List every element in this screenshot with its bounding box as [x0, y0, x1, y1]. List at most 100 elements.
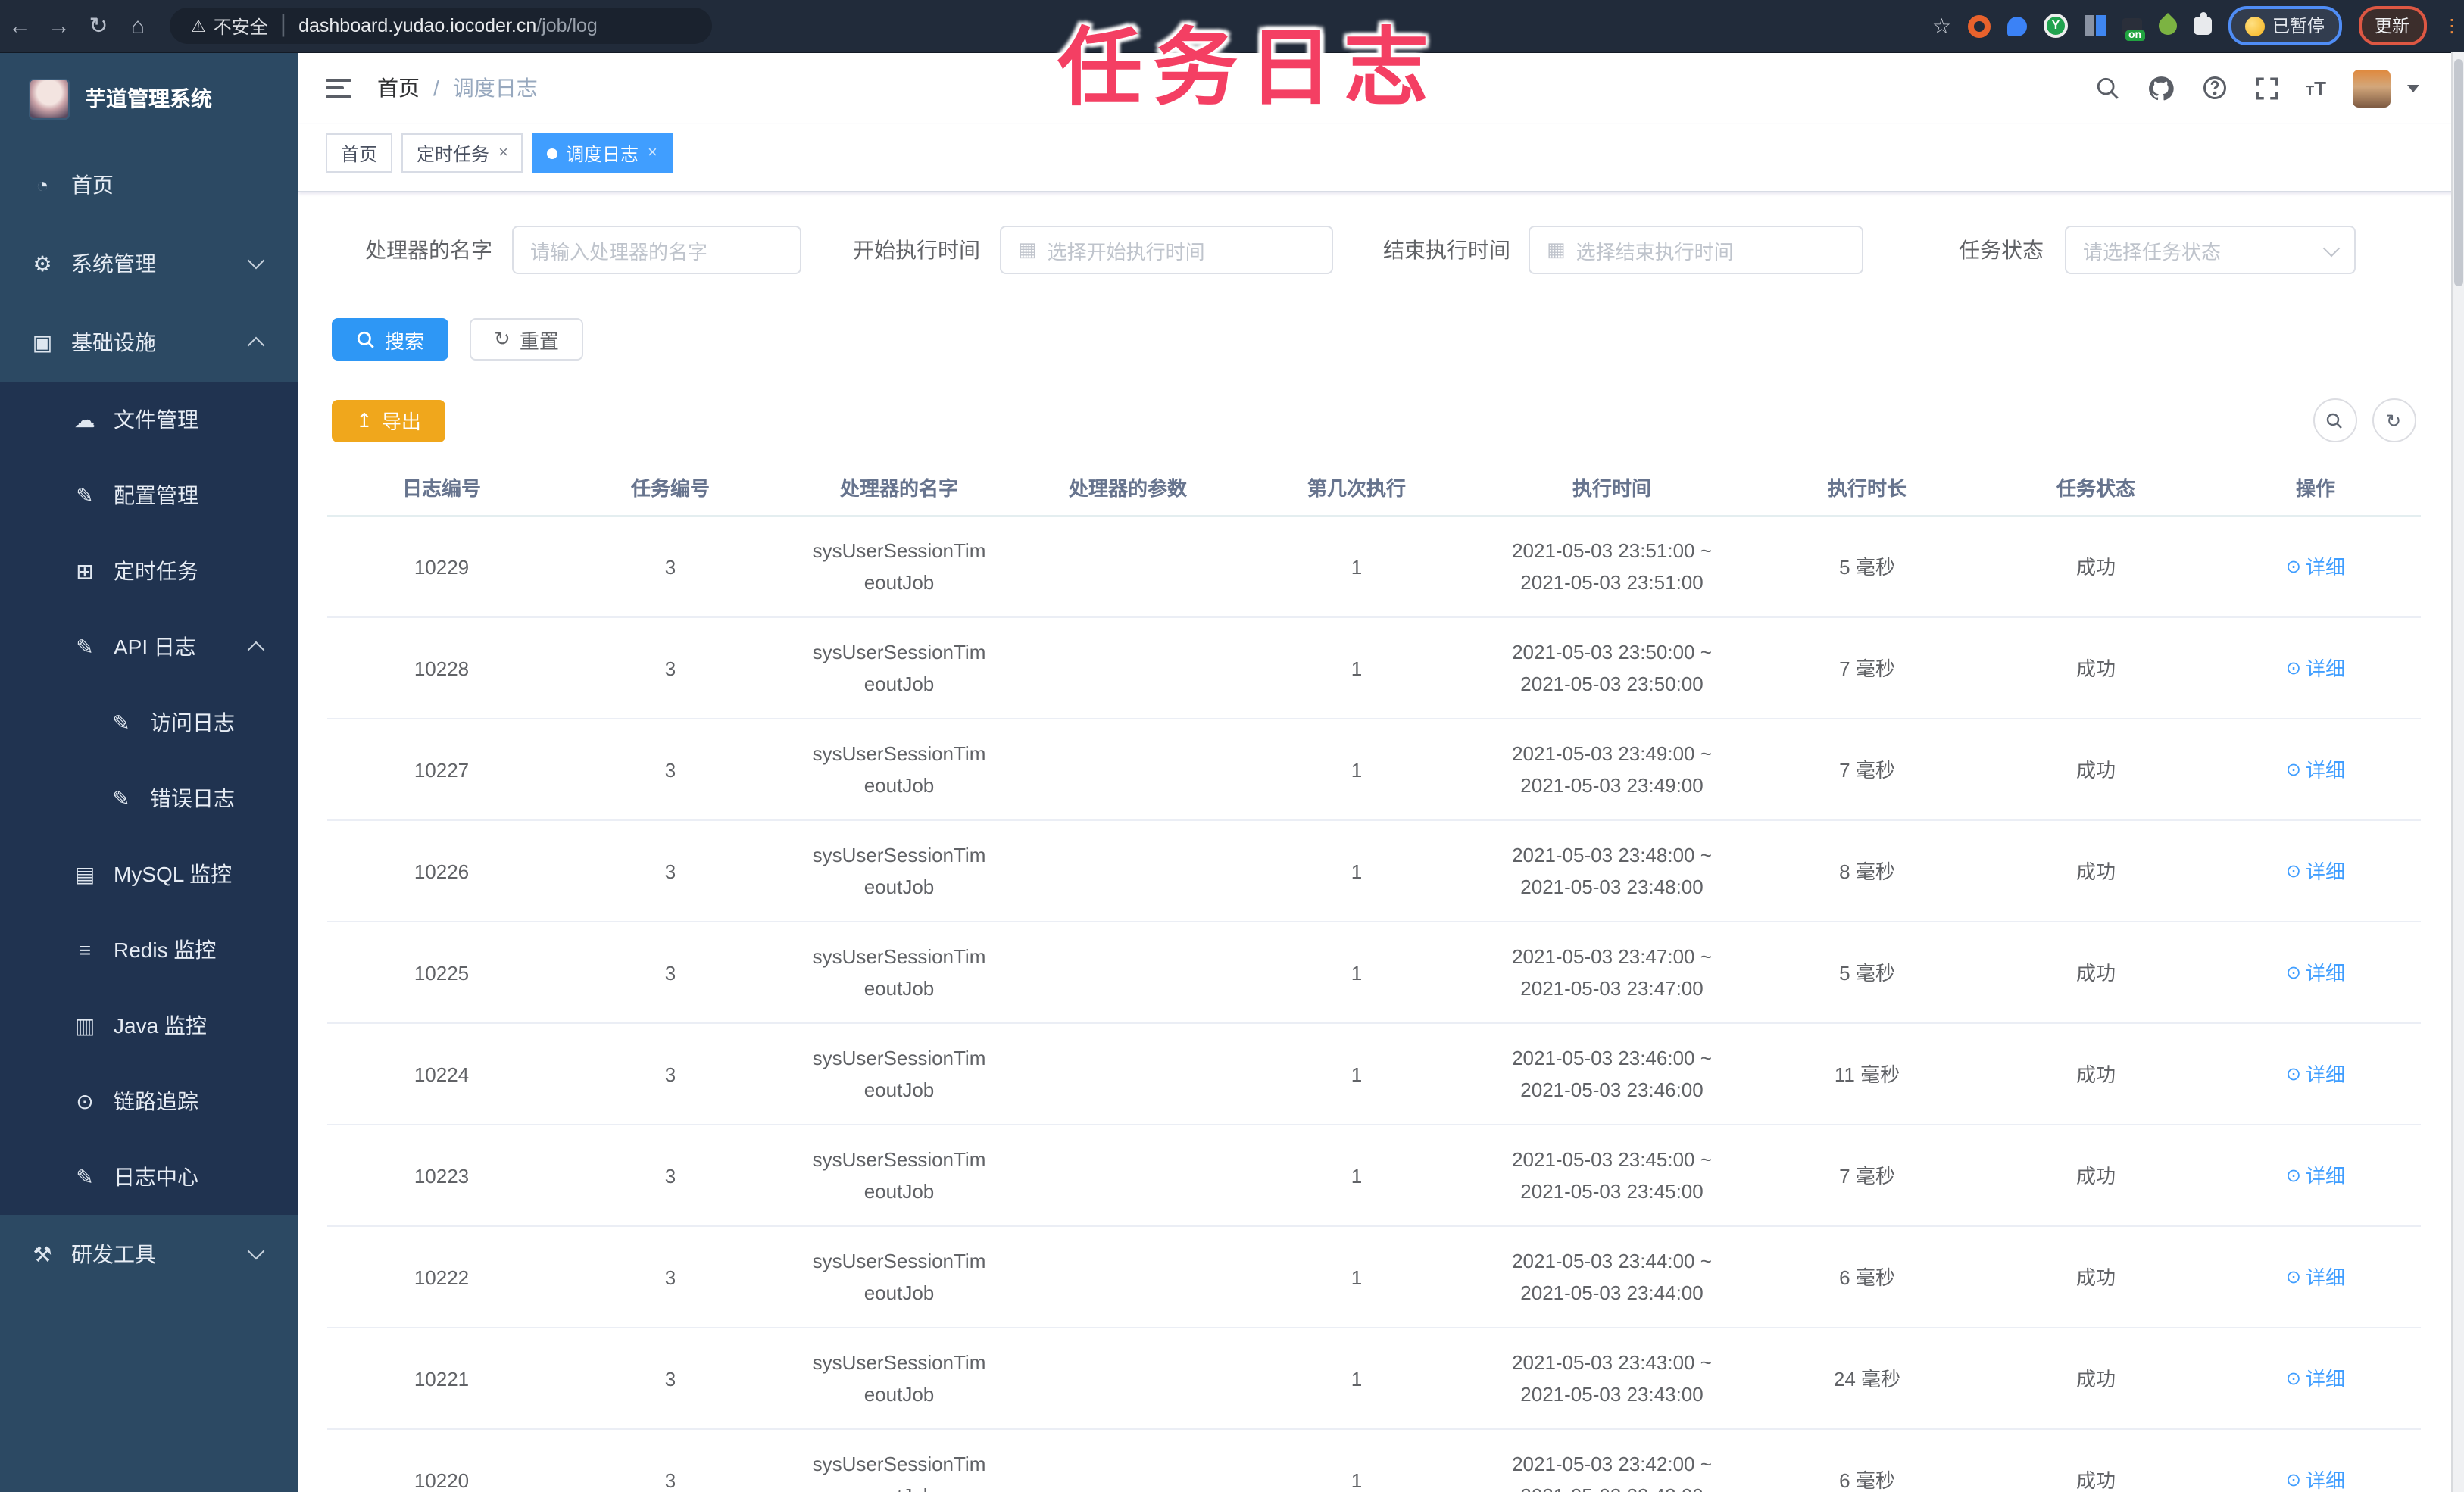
app-logo-avatar — [29, 78, 70, 119]
sidebar-item-6[interactable]: ✎ API 日志 — [0, 609, 298, 685]
address-bar[interactable]: ⚠ 不安全 | dashboard.yudao.iocoder.cn/job/l… — [170, 8, 712, 44]
table-cell: sysUserSessionTimeoutJob — [785, 1429, 1013, 1492]
end-time-input[interactable]: ▦ 选择结束执行时间 — [1529, 226, 1863, 274]
detail-link[interactable]: ⊙ 详细 — [2286, 653, 2345, 685]
detail-label: 详细 — [2306, 1266, 2346, 1289]
detail-link[interactable]: ⊙ 详细 — [2286, 1262, 2345, 1294]
tab-label: 调度日志 — [565, 143, 639, 164]
github-icon[interactable] — [2147, 73, 2175, 102]
table-cell: 24 毫秒 — [1753, 1328, 1982, 1430]
security-label[interactable]: 不安全 — [214, 13, 268, 39]
table-cell: sysUserSessionTimeoutJob — [785, 1125, 1013, 1227]
table-cell: 7 毫秒 — [1753, 719, 1982, 821]
sidebar-item-7[interactable]: ✎ 访问日志 — [0, 685, 298, 760]
breadcrumb-home[interactable]: 首页 — [377, 73, 420, 103]
bookmark-star-icon[interactable]: ☆ — [1932, 13, 1951, 39]
sidebar-item-0[interactable]: ◔ 首页 — [0, 145, 298, 224]
detail-link[interactable]: ⊙ 详细 — [2286, 856, 2345, 888]
detail-link[interactable]: ⊙ 详细 — [2286, 1465, 2345, 1492]
start-time-input[interactable]: ▦ 选择开始执行时间 — [1000, 226, 1333, 274]
tab-2[interactable]: 调度日志 × — [532, 133, 673, 173]
detail-link[interactable]: ⊙ 详细 — [2286, 754, 2345, 786]
extension-switch-icon[interactable]: on — [2122, 17, 2145, 40]
back-icon[interactable]: ← — [0, 13, 39, 39]
close-icon[interactable]: × — [498, 144, 508, 162]
table-cell: 10221 — [327, 1328, 556, 1430]
toggle-search-button[interactable] — [2313, 398, 2356, 442]
reset-button[interactable]: ↻ 重置 — [470, 318, 583, 361]
table-row: 10227 3 sysUserSessionTim eoutJob 1 2021-05-0… — [327, 719, 2421, 821]
sidebar-item-14[interactable]: ⚒ 研发工具 — [0, 1215, 298, 1294]
sidebar-item-8[interactable]: ✎ 错误日志 — [0, 760, 298, 836]
sidebar-item-11[interactable]: ▥ Java 监控 — [0, 988, 298, 1063]
browser-menu-icon[interactable]: ⋮ — [2443, 17, 2461, 35]
fullscreen-icon[interactable] — [2254, 75, 2280, 101]
sidebar-item-12[interactable]: ⊙ 链路追踪 — [0, 1063, 298, 1139]
table-cell: 10222 — [327, 1226, 556, 1328]
filter-form: 处理器的名字 请输入处理器的名字 开始执行时间 ▦ 选择开始执行时间 结束执行时… — [298, 226, 2422, 274]
table-cell — [1013, 617, 1242, 719]
extension-grid-icon[interactable] — [2085, 15, 2106, 36]
update-button[interactable]: 更新 — [2358, 6, 2426, 45]
refresh-icon: ↻ — [2385, 410, 2402, 431]
extensions-puzzle-icon[interactable] — [2194, 12, 2212, 35]
job-status-select[interactable]: 请选择任务状态 — [2065, 226, 2356, 274]
sidebar-item-10[interactable]: ≡ Redis 监控 — [0, 912, 298, 988]
tab-1[interactable]: 定时任务 × — [401, 133, 523, 173]
help-icon[interactable] — [2201, 74, 2228, 101]
extension-green-icon[interactable]: Y — [2044, 14, 2068, 38]
table-cell: 成功 — [1982, 1023, 2210, 1125]
search-button[interactable]: 搜索 — [332, 318, 449, 361]
export-button[interactable]: ↥ 导出 — [332, 399, 445, 442]
tab-0[interactable]: 首页 — [326, 133, 393, 173]
detail-link[interactable]: ⊙ 详细 — [2286, 1363, 2345, 1395]
sidebar-item-5[interactable]: ⊞ 定时任务 — [0, 533, 298, 609]
table-cell: 10227 — [327, 719, 556, 821]
table-cell — [1013, 719, 1242, 821]
sidebar-item-13[interactable]: ✎ 日志中心 — [0, 1139, 298, 1215]
app-title: 芋道管理系统 — [85, 86, 212, 111]
close-icon[interactable]: × — [648, 144, 657, 162]
font-size-icon[interactable]: TT — [2306, 76, 2326, 99]
reload-icon[interactable]: ↻ — [79, 12, 118, 39]
column-header: 第几次执行 — [1242, 459, 1471, 517]
app-logo-row[interactable]: 芋道管理系统 — [0, 52, 298, 145]
sidebar-item-4[interactable]: ✎ 配置管理 — [0, 457, 298, 533]
handler-name-input[interactable]: 请输入处理器的名字 — [512, 226, 801, 274]
sidebar-item-9[interactable]: ▤ MySQL 监控 — [0, 836, 298, 912]
detail-link[interactable]: ⊙ 详细 — [2286, 551, 2345, 583]
url-host: dashboard.yudao.iocoder.cn — [298, 15, 537, 36]
table-cell: 2021-05-03 23:43:00 ~2021-05-03 23:43:00 — [1471, 1328, 1753, 1430]
sidebar-item-2[interactable]: ▣ 基础设施 — [0, 303, 298, 382]
table-row: 10225 3 sysUserSessionTim eoutJob 1 2021-05-0… — [327, 922, 2421, 1024]
extension-leaf-icon[interactable] — [2155, 13, 2181, 39]
sidebar-item-1[interactable]: ⚙ 系统管理 — [0, 224, 298, 303]
column-header: 执行时间 — [1471, 459, 1753, 517]
detail-link[interactable]: ⊙ 详细 — [2286, 1160, 2345, 1192]
sidebar-item-3[interactable]: ☁ 文件管理 — [0, 382, 298, 457]
detail-link[interactable]: ⊙ 详细 — [2286, 957, 2345, 989]
home-icon[interactable]: ⌂ — [118, 13, 158, 39]
extension-blue-icon[interactable] — [2007, 16, 2027, 36]
table-cell-actions: ⊙ 详细 — [2210, 1429, 2421, 1492]
user-avatar[interactable] — [2352, 69, 2390, 107]
avatar-caret-icon[interactable] — [2406, 84, 2419, 92]
forward-icon[interactable]: → — [39, 13, 79, 39]
paused-extension-badge[interactable]: 已暂停 — [2228, 6, 2341, 45]
tags-view-bar: 首页 定时任务 × 调度日志 × — [298, 124, 2464, 192]
eye-icon: ⊙ — [2285, 860, 2302, 882]
detail-link[interactable]: ⊙ 详细 — [2286, 1059, 2345, 1091]
start-time-placeholder: 选择开始执行时间 — [1047, 240, 1205, 263]
hamburger-icon[interactable] — [326, 78, 351, 98]
table-cell-actions: ⊙ 详细 — [2210, 1226, 2421, 1328]
warning-icon: ⚠ — [191, 17, 206, 36]
refresh-table-button[interactable]: ↻ — [2372, 398, 2416, 442]
search-icon[interactable] — [2095, 75, 2121, 101]
table-cell: 3 — [556, 1429, 785, 1492]
scrollbar[interactable] — [2450, 52, 2464, 1492]
column-header: 操作 — [2210, 459, 2421, 517]
scrollbar-thumb[interactable] — [2453, 59, 2462, 286]
table-cell-actions: ⊙ 详细 — [2210, 1125, 2421, 1227]
extension-orange-icon[interactable] — [1968, 14, 1991, 37]
sidebar-item-label: Java 监控 — [114, 1013, 207, 1038]
